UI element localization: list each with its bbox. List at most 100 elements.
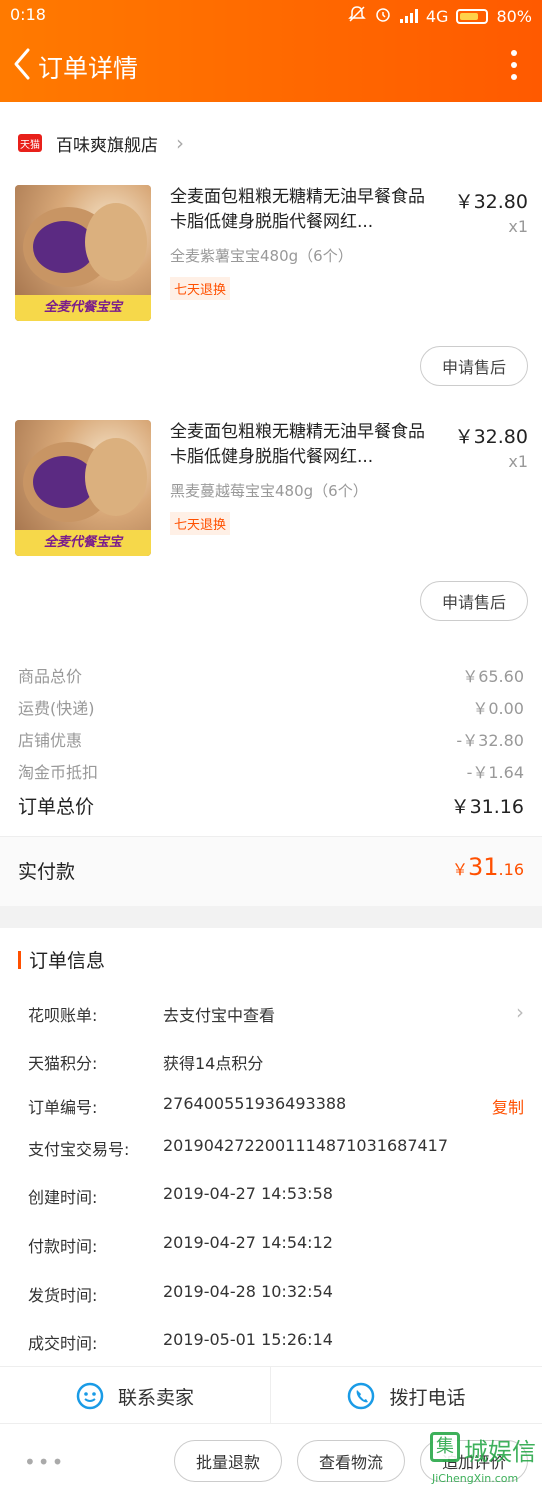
page-title: 订单详情 bbox=[38, 54, 139, 83]
product-name: 全麦面包粗粮无糖精无油早餐食品卡脂低健身脱脂代餐网红... bbox=[170, 422, 425, 467]
more-actions-icon[interactable]: ••• bbox=[24, 1450, 65, 1474]
contact-seller-label: 联系卖家 bbox=[117, 1386, 194, 1409]
info-value: 276400551936493388 bbox=[163, 1094, 347, 1113]
after-sale-button[interactable]: 申请售后 bbox=[420, 581, 528, 621]
more-menu-icon[interactable] bbox=[510, 50, 518, 80]
order-total-value: ￥31.16 bbox=[450, 796, 524, 818]
product-image-banner: 全麦代餐宝宝 bbox=[15, 530, 151, 556]
status-bar: 0:18 4G 80% bbox=[0, 0, 542, 30]
info-key: 花呗账单: bbox=[28, 1006, 98, 1025]
summary-label: 商品总价 bbox=[18, 667, 83, 686]
contact-seller-button[interactable]: 联系卖家 bbox=[0, 1367, 271, 1425]
call-phone-button[interactable]: 拨打电话 bbox=[271, 1367, 542, 1425]
product-image: 全麦代餐宝宝 bbox=[15, 420, 151, 556]
info-value: 去支付宝中查看 bbox=[163, 1006, 276, 1025]
order-item[interactable]: 全麦代餐宝宝 全麦面包粗粮无糖精无油早餐食品卡脂低健身脱脂代餐网红... 全麦紫… bbox=[0, 185, 542, 345]
product-quantity: x1 bbox=[508, 452, 528, 471]
paid-decimal: .16 bbox=[498, 860, 524, 879]
product-price: ￥32.80 bbox=[454, 426, 528, 448]
summary-value: -￥32.80 bbox=[456, 731, 524, 750]
summary-label: 运费(快递) bbox=[18, 699, 95, 718]
summary-value: ￥65.60 bbox=[462, 667, 524, 686]
product-image: 全麦代餐宝宝 bbox=[15, 185, 151, 321]
product-sku: 黑麦蔓越莓宝宝480g（6个） bbox=[170, 482, 368, 500]
call-phone-label: 拨打电话 bbox=[389, 1386, 466, 1409]
back-icon[interactable] bbox=[8, 44, 36, 84]
info-value: 2019-04-28 10:32:54 bbox=[163, 1282, 333, 1301]
heading-accent-bar bbox=[18, 950, 21, 969]
order-total-row: 订单总价 ￥31.16 bbox=[18, 792, 524, 819]
summary-label: 淘金币抵扣 bbox=[18, 763, 99, 782]
order-item[interactable]: 全麦代餐宝宝 全麦面包粗粮无糖精无油早餐食品卡脂低健身脱脂代餐网红... 黑麦蔓… bbox=[0, 420, 542, 580]
return-policy-badge: 七天退换 bbox=[170, 277, 231, 300]
order-total-label: 订单总价 bbox=[18, 796, 95, 818]
order-info-title: 订单信息 bbox=[29, 950, 106, 972]
return-policy-badge: 七天退换 bbox=[170, 512, 231, 535]
info-row-points: 天猫积分: 获得14点积分 bbox=[28, 1050, 528, 1074]
product-sku: 全麦紫薯宝宝480g（6个） bbox=[170, 247, 353, 265]
watermark-text: 城娱信 bbox=[464, 1438, 536, 1466]
info-value: 2019-04-27 14:54:12 bbox=[163, 1233, 333, 1252]
alarm-icon bbox=[374, 5, 392, 27]
info-value: 获得14点积分 bbox=[163, 1054, 264, 1073]
shop-name: 百味爽旗舰店 bbox=[56, 135, 158, 156]
paid-label: 实付款 bbox=[18, 861, 76, 883]
after-sale-button[interactable]: 申请售后 bbox=[420, 346, 528, 386]
watermark: 集 城娱信 JiChengXin.com bbox=[424, 1428, 536, 1496]
info-row-alipay-trade: 支付宝交易号: 2019042722001114871031687417 bbox=[28, 1136, 528, 1160]
info-row-order-number: 订单编号: 276400551936493388 复制 bbox=[28, 1094, 528, 1118]
product-quantity: x1 bbox=[508, 217, 528, 236]
summary-row: 运费(快递) ￥0.00 bbox=[18, 695, 524, 719]
batch-refund-button[interactable]: 批量退款 bbox=[174, 1440, 282, 1482]
summary-value: -￥1.64 bbox=[466, 763, 524, 782]
product-image-banner: 全麦代餐宝宝 bbox=[15, 295, 151, 321]
info-key: 天猫积分: bbox=[28, 1054, 98, 1073]
info-row-shipped: 发货时间: 2019-04-28 10:32:54 bbox=[28, 1282, 528, 1306]
currency-symbol: ￥ bbox=[451, 860, 468, 879]
summary-row: 淘金币抵扣 -￥1.64 bbox=[18, 759, 524, 783]
contact-bar: 联系卖家 拨打电话 bbox=[0, 1366, 542, 1425]
info-key: 成交时间: bbox=[28, 1334, 98, 1353]
battery-icon bbox=[456, 8, 489, 24]
app-header: 0:18 4G 80% 订单详情 bbox=[0, 0, 542, 102]
copy-button[interactable]: 复制 bbox=[492, 1094, 524, 1118]
product-price: ￥32.80 bbox=[454, 191, 528, 213]
info-value: 2019-05-01 15:26:14 bbox=[163, 1330, 333, 1349]
product-name: 全麦面包粗粮无糖精无油早餐食品卡脂低健身脱脂代餐网红... bbox=[170, 187, 425, 232]
mute-icon bbox=[348, 5, 366, 27]
view-logistics-button[interactable]: 查看物流 bbox=[297, 1440, 405, 1482]
title-row: 订单详情 bbox=[0, 40, 542, 94]
info-key: 支付宝交易号: bbox=[28, 1140, 130, 1159]
paid-amount: ￥31.16 bbox=[452, 853, 524, 881]
network-label: 4G bbox=[425, 6, 449, 26]
summary-label: 店铺优惠 bbox=[18, 731, 83, 750]
info-row-completed: 成交时间: 2019-05-01 15:26:14 bbox=[28, 1330, 528, 1354]
watermark-url: JiChengXin.com bbox=[432, 1472, 519, 1485]
order-info-heading: 订单信息 bbox=[18, 946, 105, 973]
info-row-huabei[interactable]: 花呗账单: 去支付宝中查看 › bbox=[28, 1000, 528, 1026]
summary-row: 商品总价 ￥65.60 bbox=[18, 663, 524, 687]
tmall-logo: 天猫 bbox=[18, 134, 42, 152]
shop-link[interactable]: 天猫 百味爽旗舰店 › bbox=[18, 128, 184, 158]
chevron-right-icon: › bbox=[516, 1000, 524, 1024]
status-time: 0:18 bbox=[10, 5, 46, 24]
info-row-created: 创建时间: 2019-04-27 14:53:58 bbox=[28, 1184, 528, 1208]
status-icons: 4G 80% bbox=[348, 5, 532, 27]
info-value: 2019-04-27 14:53:58 bbox=[163, 1184, 333, 1203]
chevron-right-icon: › bbox=[176, 131, 184, 155]
info-key: 订单编号: bbox=[28, 1098, 98, 1117]
battery-level: 80% bbox=[496, 6, 532, 26]
paid-amount-row: 实付款 ￥31.16 bbox=[0, 836, 542, 906]
paid-integer: 31 bbox=[468, 853, 499, 881]
info-key: 付款时间: bbox=[28, 1237, 98, 1256]
signal-icon bbox=[399, 9, 418, 23]
watermark-logo: 集 bbox=[430, 1432, 460, 1462]
info-value: 2019042722001114871031687417 bbox=[163, 1136, 449, 1155]
summary-value: ￥0.00 bbox=[472, 699, 524, 718]
info-key: 创建时间: bbox=[28, 1188, 98, 1207]
info-key: 发货时间: bbox=[28, 1286, 98, 1305]
chat-bubble-icon bbox=[76, 1382, 104, 1410]
info-row-paid: 付款时间: 2019-04-27 14:54:12 bbox=[28, 1233, 528, 1257]
phone-icon bbox=[347, 1382, 375, 1410]
section-divider bbox=[0, 906, 542, 928]
